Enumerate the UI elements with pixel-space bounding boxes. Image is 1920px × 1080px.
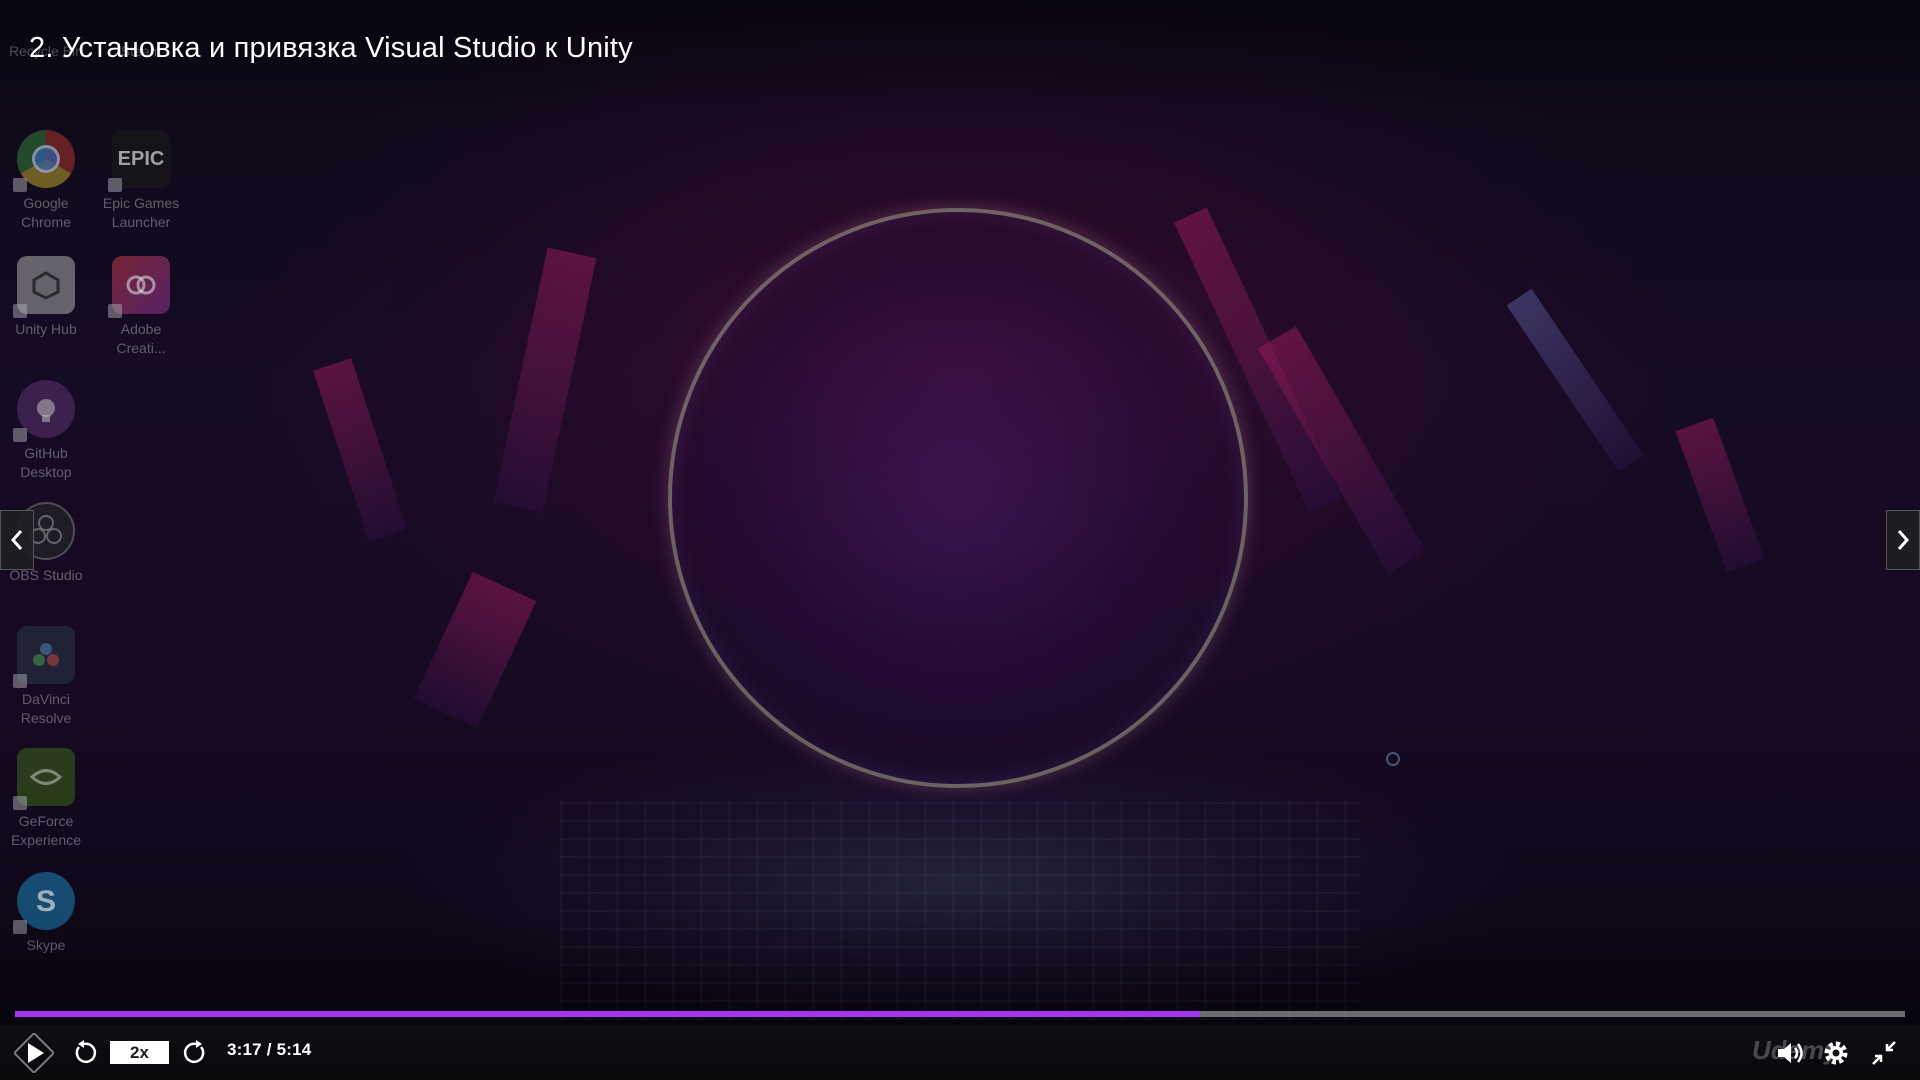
rewind-button[interactable]: [70, 1039, 98, 1067]
progress-fill: [15, 1011, 1201, 1017]
geforce-icon: [13, 748, 75, 810]
crystal-shard: [493, 247, 597, 513]
rewind-icon: [75, 1040, 97, 1063]
chevron-right-icon: [1897, 530, 1910, 550]
previous-lecture-button[interactable]: [0, 510, 34, 570]
desktop-icon-unity-hub: Unity Hub: [0, 256, 92, 339]
desktop-icon-adobe-cc: Adobe Creati...: [95, 256, 187, 358]
desktop-icon-geforce: GeForce Experience: [0, 748, 92, 850]
desktop-icon-label: GeForce Experience: [10, 813, 82, 848]
settings-button[interactable]: [1820, 1037, 1852, 1069]
desktop-icon-label: DaVinci Resolve: [20, 691, 72, 726]
desktop-icon-label: Epic Games Launcher: [102, 195, 180, 230]
desktop-icon-label: Adobe Creati...: [116, 321, 166, 356]
chrome-icon: [13, 130, 75, 192]
player-controls: 2x 3:17 / 5:14 Udemy: [0, 1025, 1920, 1080]
lecture-title: 2. Установка и привязка Visual Studio к …: [29, 32, 633, 64]
unity-hub-icon: [13, 256, 75, 318]
exit-fullscreen-button[interactable]: [1868, 1037, 1900, 1069]
crystal-shard: [1506, 288, 1644, 472]
desktop-icon-davinci: DaVinci Resolve: [0, 626, 92, 728]
play-icon: [14, 1033, 54, 1073]
desktop-icon-epic-games: EPIC Epic Games Launcher: [95, 130, 187, 232]
desktop-icon-label: GitHub Desktop: [20, 445, 72, 480]
crystal-shard: [1675, 417, 1765, 573]
github-icon: [13, 380, 75, 442]
time-display: 3:17 / 5:14: [227, 1040, 312, 1059]
mouse-cursor: [1386, 752, 1400, 766]
crystal-shard: [313, 358, 407, 542]
play-button[interactable]: [14, 1033, 54, 1073]
forward-button[interactable]: [182, 1039, 210, 1067]
davinci-icon: [13, 626, 75, 688]
adobe-cc-icon: [108, 256, 170, 318]
chevron-left-icon: [10, 530, 23, 550]
video-stage[interactable]: Recycle Bin Steam Google Chrome EPIC Epi…: [0, 0, 1920, 1080]
desktop-icon-label: Unity Hub: [15, 321, 77, 337]
neon-ring: [668, 208, 1248, 788]
playback-speed-button[interactable]: 2x: [110, 1041, 169, 1064]
desktop-icon-label: Skype: [26, 937, 66, 953]
epic-games-icon: EPIC: [108, 130, 170, 192]
desktop-icon-label: Google Chrome: [21, 195, 71, 230]
volume-button[interactable]: [1774, 1037, 1806, 1069]
desktop-icon-skype: S Skype: [0, 872, 92, 955]
volume-icon: [1778, 1043, 1803, 1063]
reflective-floor: [560, 800, 1360, 1020]
exit-fullscreen-icon: [1872, 1041, 1896, 1065]
forward-icon: [183, 1040, 205, 1063]
next-lecture-button[interactable]: [1886, 510, 1920, 570]
desktop-icon-github: GitHub Desktop: [0, 380, 92, 482]
skype-icon: S: [13, 872, 75, 934]
crystal-shard: [413, 571, 537, 729]
progress-bar[interactable]: [15, 1011, 1905, 1017]
gear-icon: [1824, 1041, 1848, 1065]
desktop-icon-chrome: Google Chrome: [0, 130, 92, 232]
